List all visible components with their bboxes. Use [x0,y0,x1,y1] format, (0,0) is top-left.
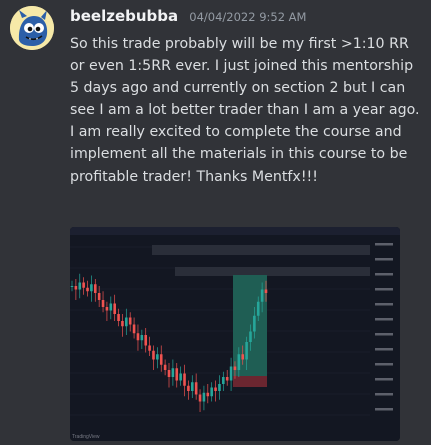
chat-message: beelzebubba 04/04/2022 9:52 AM So this t… [0,0,431,445]
supply-zone-upper [152,245,370,255]
candle-body [167,370,171,377]
price-tick-label [375,273,393,276]
candle-body [175,368,179,381]
price-tick-label [375,363,393,366]
supply-zone-lower [175,267,370,276]
candle-body [156,354,159,360]
price-tick-label [375,378,393,381]
candle-body [179,373,182,381]
price-tick-label [375,318,393,321]
candle-body [109,303,113,311]
avatar[interactable] [10,6,54,50]
username[interactable]: beelzebubba [70,7,178,25]
candle-body [260,289,264,302]
candle-body [249,331,252,342]
candle-body [101,300,105,307]
timestamp[interactable]: 04/04/2022 9:52 AM [189,10,306,24]
position-loss-zone [233,376,267,387]
price-tick-label [375,288,393,291]
candle-body [245,342,248,360]
price-tick-label [375,243,393,246]
candle-body [183,373,186,386]
candle-body [198,394,202,402]
candle-body [159,354,163,365]
price-axis [370,235,400,425]
candle-body [253,315,256,332]
candle-body [202,392,206,402]
candle-body [105,307,109,311]
price-tick-label [375,333,393,336]
price-tick-label [375,348,393,351]
message-text: So this trade probably will be my first … [70,36,420,185]
time-axis [70,425,370,431]
candle-body [70,286,74,287]
candle-body [121,321,124,327]
trading-chart: TradingView [70,227,400,441]
price-tick-label [375,393,393,396]
candle-body [97,293,101,300]
candle-body [206,392,210,397]
candle-body [222,377,225,384]
image-attachment[interactable]: TradingView [70,227,400,441]
candle-body [86,287,89,292]
tradingview-watermark: TradingView [72,434,100,440]
candle-body [152,350,155,360]
blue-demon-avatar-icon [10,6,54,50]
candle-body [128,317,132,325]
candle-body [210,387,213,397]
candle-body [90,284,93,292]
candle-body [241,354,245,360]
candle-body [229,366,233,381]
message-header: beelzebubba 04/04/2022 9:52 AM [70,6,306,25]
candle-body [144,335,148,346]
candle-body [233,366,237,370]
candle-body [113,303,116,314]
candle-body [187,385,190,391]
candle-body [93,284,97,293]
chart-toolbar [70,227,400,235]
candle-body [125,317,128,327]
candle-body [132,324,136,334]
candle-body [140,335,144,341]
candle-body [148,345,151,351]
candle-body [171,368,175,377]
candle-body [82,282,85,288]
price-tick-label [375,408,393,411]
price-tick-label [375,258,393,261]
candle-body [194,382,198,395]
price-tick-label [375,303,393,306]
candle-body [256,301,260,316]
candle-body [190,382,194,391]
candle-body [78,282,82,290]
candle-body [225,377,229,381]
candle-body [74,286,78,290]
candle-body [218,384,221,391]
candle-body [163,364,167,370]
candle-body [117,314,120,321]
candle-body [136,333,140,341]
candle-body [214,387,217,391]
candle-body [237,354,241,370]
candle-body [264,289,268,293]
